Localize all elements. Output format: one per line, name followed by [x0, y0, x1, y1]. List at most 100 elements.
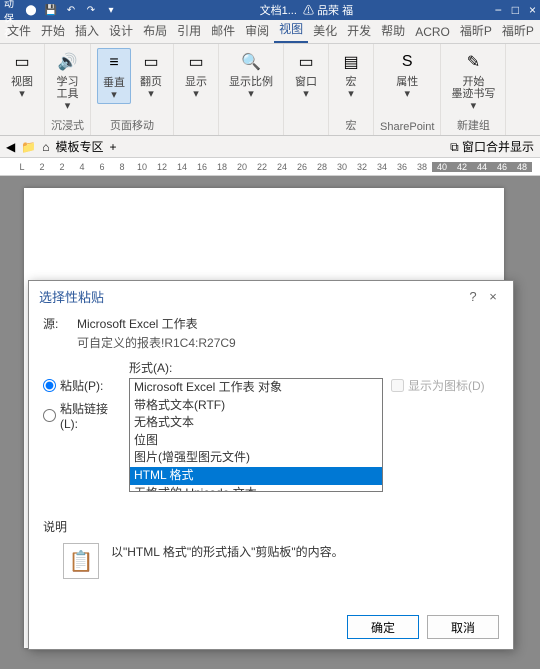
paste-link-radio-input[interactable] [43, 409, 56, 422]
ribbon-icon: S [395, 50, 419, 74]
tab-福昕P[interactable]: 福昕P [455, 18, 497, 43]
undo-icon[interactable]: ↶ [64, 3, 78, 17]
dialog-close-icon[interactable]: × [483, 289, 503, 304]
tab-文件[interactable]: 文件 [2, 18, 36, 43]
ruler-mark: 26 [292, 162, 312, 172]
tab-帮助[interactable]: 帮助 [376, 18, 410, 43]
format-option[interactable]: Microsoft Excel 工作表 对象 [130, 379, 382, 397]
ribbon-group: ▭窗口▾ [284, 44, 329, 135]
save-icon[interactable]: 💾 [44, 3, 58, 17]
home-icon[interactable]: ⌂ [42, 140, 49, 154]
ribbon-button[interactable]: ▭显示▾ [180, 48, 212, 102]
format-listbox[interactable]: Microsoft Excel 工作表 对象带格式文本(RTF)无格式文本位图图… [129, 378, 383, 492]
ribbon-icon: ▭ [139, 50, 163, 74]
paste-link-radio[interactable]: 粘贴链接(L): [43, 400, 121, 431]
ribbon-button[interactable]: ▭翻页▾ [135, 48, 167, 104]
ruler-mark: 30 [332, 162, 352, 172]
source-value: Microsoft Excel 工作表 [77, 315, 198, 332]
back-icon[interactable]: ◀ [6, 140, 15, 154]
redo-icon[interactable]: ↷ [84, 3, 98, 17]
ruler-mark: 12 [152, 162, 172, 172]
ribbon-button[interactable]: S属性▾ [391, 48, 423, 102]
paste-radio-input[interactable] [43, 379, 56, 392]
minimize-icon[interactable]: − [495, 3, 502, 17]
ribbon-button[interactable]: 🔍显示比例▾ [225, 48, 277, 102]
group-label: 宏 [346, 117, 357, 133]
ribbon-button[interactable]: ▭窗口▾ [290, 48, 322, 102]
folder-icon[interactable]: 📁 [21, 140, 36, 154]
as-label: 形式(A): [129, 359, 383, 376]
tab-引用[interactable]: 引用 [172, 18, 206, 43]
tab-ACRO[interactable]: ACRO [410, 21, 455, 43]
tab-开始[interactable]: 开始 [36, 18, 70, 43]
tab-福昕P[interactable]: 福昕P [497, 18, 539, 43]
template-tab[interactable]: 模板专区 [55, 138, 103, 155]
ribbon-button[interactable]: ≡垂直▾ [97, 48, 131, 104]
ruler-mark: 28 [312, 162, 332, 172]
ruler-mark: 10 [132, 162, 152, 172]
ruler-mark: 46 [492, 162, 512, 172]
ruler-mark: 42 [452, 162, 472, 172]
ruler-mark: 6 [92, 162, 112, 172]
ruler-mark: 2 [32, 162, 52, 172]
format-option[interactable]: 无格式文本 [130, 414, 382, 432]
clipboard-icon: 📋 [63, 543, 99, 579]
ok-button[interactable]: 确定 [347, 615, 419, 639]
more-icon[interactable]: ▾ [104, 3, 118, 17]
format-option[interactable]: HTML 格式 [130, 467, 382, 485]
ribbon-icon: ▭ [10, 50, 34, 74]
group-label: 新建组 [457, 117, 490, 133]
ribbon-button[interactable]: ▤宏▾ [335, 48, 367, 102]
tab-布局[interactable]: 布局 [138, 18, 172, 43]
ruler-mark: 16 [192, 162, 212, 172]
ribbon-label: 宏▾ [346, 76, 357, 100]
autosave-switch-icon[interactable]: ⬤ [24, 3, 38, 17]
ribbon-button[interactable]: ▭视图▾ [6, 48, 38, 102]
ruler-mark: 48 [512, 162, 532, 172]
ribbon-button[interactable]: 🔊学习工具▾ [52, 48, 84, 114]
ruler-mark: 36 [392, 162, 412, 172]
tab-美化[interactable]: 美化 [308, 18, 342, 43]
ribbon-icon: ≡ [102, 51, 126, 75]
maximize-icon[interactable]: □ [512, 3, 519, 17]
group-label: 页面移动 [110, 117, 154, 133]
title-bar: 自动保存 ⬤ 💾 ↶ ↷ ▾ 文档1... ⚠ 品荣 福 − □ × [0, 0, 540, 20]
close-icon[interactable]: × [529, 3, 536, 17]
format-option[interactable]: 图片(增强型图元文件) [130, 449, 382, 467]
ruler-mark: 22 [252, 162, 272, 172]
show-as-icon-label: 显示为图标(D) [408, 377, 485, 394]
ribbon-icon: ▭ [184, 50, 208, 74]
ribbon-label: 窗口▾ [295, 76, 317, 100]
ribbon-icon: ▤ [339, 50, 363, 74]
tab-视图[interactable]: 视图 [274, 16, 308, 43]
cancel-button[interactable]: 取消 [427, 615, 499, 639]
ribbon-label: 翻页▾ [140, 76, 162, 100]
tab-开发[interactable]: 开发 [342, 18, 376, 43]
paste-radio[interactable]: 粘贴(P): [43, 377, 121, 394]
source-range: 可自定义的报表!R1C4:R27C9 [77, 334, 499, 351]
ribbon-label: 显示▾ [185, 76, 207, 100]
ribbon-label: 属性▾ [396, 76, 418, 100]
ruler-mark: 18 [212, 162, 232, 172]
format-option[interactable]: 带格式文本(RTF) [130, 397, 382, 415]
format-option[interactable]: 位图 [130, 432, 382, 450]
tab-插入[interactable]: 插入 [70, 18, 104, 43]
window-merge-label[interactable]: ⧉ 窗口合并显示 [450, 138, 534, 155]
quick-access-toolbar: 自动保存 ⬤ 💾 ↶ ↷ ▾ [4, 3, 118, 17]
ribbon-button[interactable]: ✎开始墨迹书写▾ [447, 48, 499, 114]
ribbon-group: S属性▾SharePoint [374, 44, 441, 135]
ruler-mark: 4 [72, 162, 92, 172]
autosave-toggle[interactable]: 自动保存 [4, 3, 18, 17]
ribbon-group: ▤宏▾ 宏 [329, 44, 374, 135]
sub-toolbar: ◀ 📁 ⌂ 模板专区 + ⧉ 窗口合并显示 [0, 136, 540, 158]
format-option[interactable]: 无格式的 Unicode 文本 [130, 485, 382, 492]
tab-邮件[interactable]: 邮件 [206, 18, 240, 43]
add-tab-icon[interactable]: + [109, 140, 116, 154]
tab-审阅[interactable]: 审阅 [240, 18, 274, 43]
ruler-mark: 24 [272, 162, 292, 172]
description-label: 说明 [43, 518, 499, 535]
ribbon-label: 垂直▾ [103, 77, 125, 101]
tab-设计[interactable]: 设计 [104, 18, 138, 43]
help-icon[interactable]: ? [463, 289, 483, 304]
ruler-mark: 38 [412, 162, 432, 172]
